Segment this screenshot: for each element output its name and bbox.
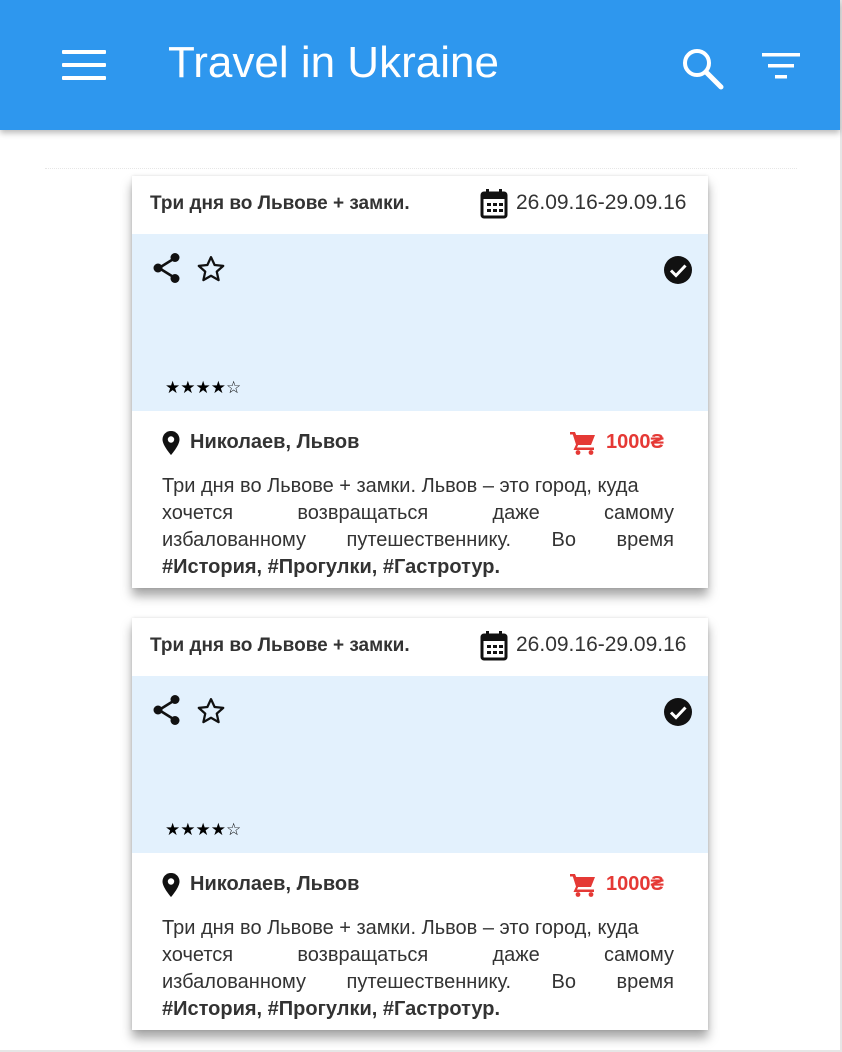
- card-description: Три дня во Львове + замки. Львов – это г…: [162, 473, 674, 581]
- star-outline-icon[interactable]: [196, 696, 226, 726]
- card-tags: #История, #Прогулки, #Гастротур.: [162, 998, 501, 1020]
- card-description: Три дня во Львове + замки. Львов – это г…: [162, 915, 674, 1023]
- location-pin-icon: [162, 873, 180, 897]
- card-media: ★★★★☆: [132, 234, 708, 411]
- description-line: избалованному путешественнику. Во время: [162, 529, 674, 551]
- share-icon[interactable]: [152, 694, 182, 726]
- check-circle-icon: [662, 254, 694, 286]
- card-header: Три дня во Львове + замки. 26.09.16-29.0…: [132, 176, 708, 234]
- location-pin-icon: [162, 431, 180, 455]
- check-circle-icon: [662, 696, 694, 728]
- card-title: Три дня во Львове + замки.: [150, 635, 410, 656]
- tour-card[interactable]: Три дня во Львове + замки. 26.09.16-29.0…: [132, 618, 708, 1030]
- card-tags: #История, #Прогулки, #Гастротур.: [162, 556, 501, 578]
- card-media: ★★★★☆: [132, 676, 708, 853]
- divider: [45, 168, 797, 169]
- cart-icon[interactable]: [570, 431, 596, 455]
- card-location: Николаев, Львов: [190, 873, 360, 895]
- card-dates: 26.09.16-29.09.16: [516, 191, 687, 214]
- card-title: Три дня во Львове + замки.: [150, 193, 410, 214]
- description-line: избалованному путешественнику. Во время: [162, 971, 674, 993]
- card-location: Николаев, Львов: [190, 431, 360, 453]
- filter-icon[interactable]: [762, 52, 802, 80]
- star-rating: ★★★★☆: [165, 378, 242, 397]
- card-price: 1000₴: [606, 873, 664, 895]
- description-line: Три дня во Львове + замки. Львов – это г…: [162, 917, 639, 939]
- description-line: Три дня во Львове + замки. Львов – это г…: [162, 475, 639, 497]
- card-header: Три дня во Львове + замки. 26.09.16-29.0…: [132, 618, 708, 676]
- hamburger-menu-icon[interactable]: [62, 50, 106, 80]
- description-line: хочется возвращаться даже самому: [162, 944, 674, 966]
- star-outline-icon[interactable]: [196, 254, 226, 284]
- card-body: Николаев, Львов 1000₴ Три дня во Львове …: [132, 853, 708, 1030]
- calendar-icon: [480, 189, 508, 219]
- app-bar: Travel in Ukraine: [0, 0, 840, 130]
- card-dates: 26.09.16-29.09.16: [516, 633, 687, 656]
- share-icon[interactable]: [152, 252, 182, 284]
- star-rating: ★★★★☆: [165, 820, 242, 839]
- tour-card[interactable]: Три дня во Львове + замки. 26.09.16-29.0…: [132, 176, 708, 588]
- card-body: Николаев, Львов 1000₴ Три дня во Львове …: [132, 411, 708, 588]
- cart-icon[interactable]: [570, 873, 596, 897]
- calendar-icon: [480, 631, 508, 661]
- description-line: хочется возвращаться даже самому: [162, 502, 674, 524]
- app-title: Travel in Ukraine: [168, 38, 499, 87]
- card-price: 1000₴: [606, 431, 664, 453]
- search-icon[interactable]: [680, 46, 726, 92]
